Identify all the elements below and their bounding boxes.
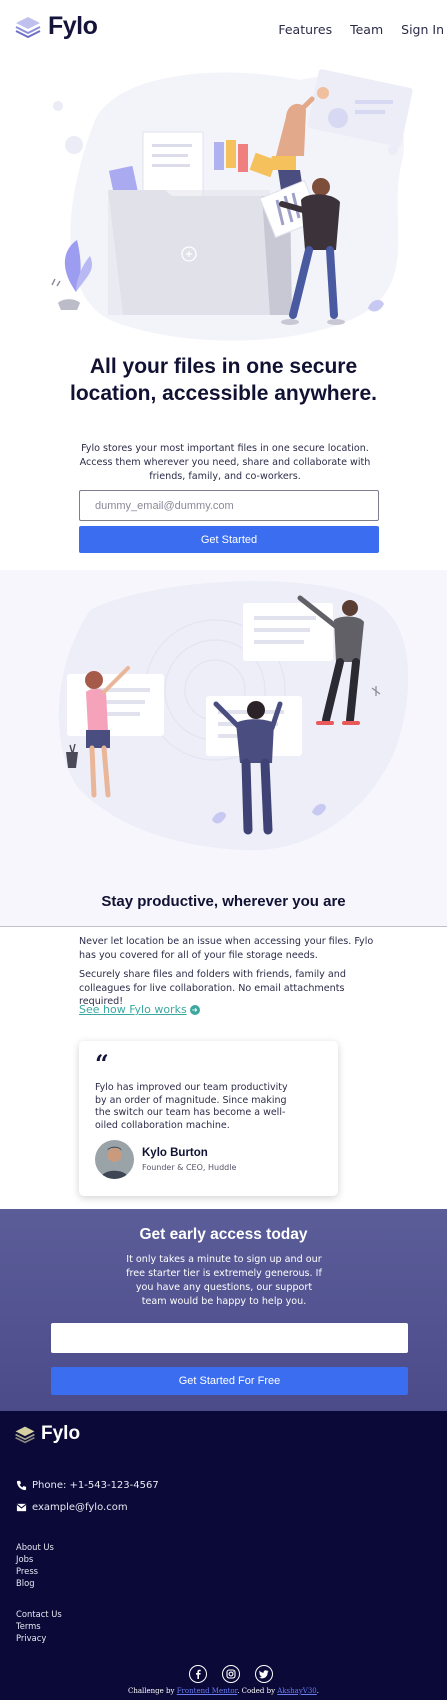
nav-sign-in[interactable]: Sign In	[401, 22, 444, 37]
see-how-fylo-works-link[interactable]: See how Fylo works	[79, 1003, 187, 1016]
footer-link-jobs[interactable]: Jobs	[16, 1554, 54, 1565]
hero-illustration	[51, 69, 413, 341]
footer-link-privacy[interactable]: Privacy	[16, 1633, 62, 1644]
footer-links-support: Contact Us Terms Privacy	[16, 1609, 62, 1644]
site-footer: Fylo Phone: +1-543-123-4567 example@fylo…	[0, 1411, 447, 1700]
author-link[interactable]: AkshayV30	[277, 1687, 317, 1695]
footer-link-contact-us[interactable]: Contact Us	[16, 1609, 62, 1620]
footer-link-blog[interactable]: Blog	[16, 1578, 54, 1589]
twitter-icon[interactable]	[255, 1665, 273, 1683]
early-access-title: Get early access today	[139, 1226, 308, 1243]
footer-link-terms[interactable]: Terms	[16, 1621, 62, 1632]
hero-description: Fylo stores your most important files in…	[79, 443, 371, 482]
get-started-for-free-button[interactable]: Get Started For Free	[51, 1367, 408, 1395]
attribution: Challenge by Frontend Mentor. Coded by A…	[0, 1687, 447, 1695]
main-nav: Features Team Sign In	[278, 22, 444, 37]
early-access-section: Get early access today It only takes a m…	[0, 1209, 447, 1411]
layers-logo-icon	[15, 16, 41, 38]
productive-illustration	[58, 581, 409, 851]
email-text: example@fylo.com	[32, 1502, 128, 1513]
hero-email-input[interactable]	[79, 490, 379, 521]
arrow-right-icon: ➜	[189, 1004, 200, 1015]
social-links	[189, 1665, 273, 1683]
attribution-middle: . Coded by	[237, 1687, 278, 1695]
productive-title: Stay productive, wherever you are	[101, 893, 346, 910]
quote-icon: “	[95, 1049, 109, 1078]
attribution-suffix: .	[316, 1687, 319, 1695]
see-how-link-wrapper: See how Fylo works ➜	[79, 1003, 200, 1016]
brand-logo[interactable]: Fylo	[14, 12, 98, 41]
footer-link-press[interactable]: Press	[16, 1566, 54, 1577]
email-icon	[16, 1503, 27, 1512]
section-divider	[0, 926, 447, 927]
attribution-prefix: Challenge by	[128, 1687, 177, 1695]
testimonial-card: “ Fylo has improved our team productivit…	[79, 1041, 338, 1196]
footer-brand-name: Fylo	[41, 1423, 81, 1444]
phone-icon	[16, 1480, 27, 1491]
facebook-icon[interactable]	[189, 1665, 207, 1683]
get-started-button[interactable]: Get Started	[79, 526, 379, 553]
testimonial-role: Founder & CEO, Huddle	[142, 1163, 237, 1172]
testimonial-name: Kylo Burton	[142, 1147, 208, 1159]
nav-features[interactable]: Features	[278, 22, 332, 37]
early-access-description: It only takes a minute to sign up and ou…	[126, 1254, 322, 1307]
frontend-mentor-link[interactable]: Frontend Mentor	[177, 1687, 238, 1695]
site-header: Fylo Features Team Sign In	[0, 0, 447, 56]
layers-logo-icon	[15, 1426, 35, 1443]
footer-links-company: About Us Jobs Press Blog	[16, 1542, 54, 1589]
footer-link-about-us[interactable]: About Us	[16, 1542, 54, 1553]
footer-logo[interactable]: Fylo	[14, 1423, 80, 1445]
hero-title: All your files in one secure location, a…	[70, 355, 377, 405]
testimonial-text: Fylo has improved our team productivity …	[95, 1082, 288, 1131]
footer-email: example@fylo.com	[16, 1502, 128, 1513]
early-access-email-input[interactable]	[51, 1323, 408, 1353]
footer-phone: Phone: +1-543-123-4567	[16, 1480, 159, 1491]
nav-team[interactable]: Team	[350, 22, 383, 37]
productive-paragraph-1: Never let location be an issue when acce…	[79, 936, 374, 961]
avatar	[95, 1140, 134, 1179]
brand-name: Fylo	[48, 12, 98, 40]
phone-text: Phone: +1-543-123-4567	[32, 1480, 159, 1491]
instagram-icon[interactable]	[222, 1665, 240, 1683]
